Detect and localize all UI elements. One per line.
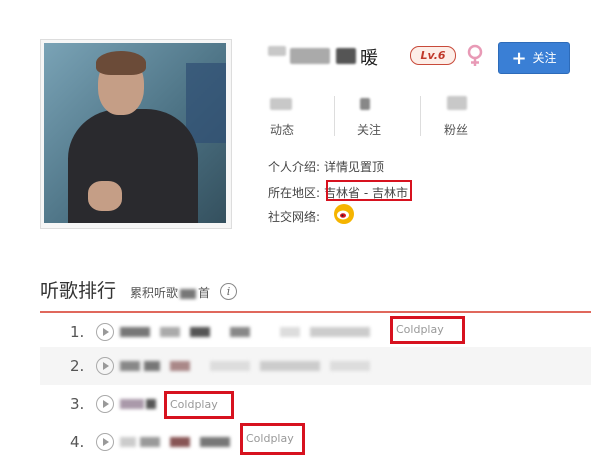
stat-label-fans[interactable]: 粉丝 [444,121,468,138]
avatar-person-hair [96,51,146,75]
rank-number: 4. [70,433,85,451]
song-row-3[interactable]: 3. Coldplay [40,385,591,423]
rank-number: 1. [70,323,85,341]
redacted-song-title [160,327,180,337]
play-icon[interactable] [96,357,114,375]
redacted-song-title [120,327,150,337]
redacted-song-title [144,361,160,371]
follow-button[interactable]: + 关注 [498,42,570,74]
info-icon[interactable]: i [220,283,237,300]
redacted-song-title [120,361,140,371]
plus-icon: + [511,48,527,69]
ranking-subtitle: 累积听歌 首 [130,284,210,301]
ranking-subtitle-prefix: 累积听歌 [130,286,179,300]
artist-highlight-box[interactable]: Coldplay [164,391,234,419]
ranking-title: 听歌排行 [40,280,117,302]
play-icon[interactable] [96,323,114,341]
redacted-stat-value [270,98,292,110]
redacted-song-title [310,327,370,337]
redacted-song-title [170,361,190,371]
artist-highlight-box[interactable]: Coldplay [390,316,465,344]
redacted-song-title [330,361,370,371]
redacted-song-title [146,399,156,409]
song-row-4[interactable]: 4. Coldplay [40,423,591,461]
artist-name: Coldplay [396,323,444,336]
avatar-person-body [68,109,198,223]
redacted-song-title [140,437,160,447]
redacted-song-title [170,437,190,447]
song-row-2[interactable]: 2. [40,347,591,385]
redacted-name-part [336,48,356,64]
redacted-song-title [230,327,250,337]
avatar[interactable] [44,43,226,223]
region-highlight-box [326,180,412,201]
redacted-song-title [120,437,136,447]
stat-label-following[interactable]: 关注 [357,121,381,138]
avatar-person-hand [88,181,122,211]
rank-number: 3. [70,395,85,413]
artist-name: Coldplay [246,432,294,445]
social-label: 社交网络: [268,210,321,224]
rank-number: 2. [70,357,85,375]
intro-label: 个人介绍: [268,160,321,174]
level-badge: Lv.6 [410,46,456,65]
artist-highlight-box[interactable]: Coldplay [240,423,305,455]
profile-name: 暖 [360,48,378,69]
redacted-stat-value [447,96,467,110]
stat-divider [420,96,421,136]
redacted-name-part [290,48,330,64]
redacted-song-title [190,327,210,337]
song-row-1[interactable]: 1. Coldplay [40,313,591,351]
play-icon[interactable] [96,395,114,413]
redacted-song-title [120,399,144,409]
play-icon[interactable] [96,433,114,451]
region-label: 所在地区: [268,186,321,200]
redacted-song-title [210,361,250,371]
redacted-song-count [180,288,197,299]
ranking-subtitle-suffix: 首 [198,286,211,300]
female-gender-icon [467,44,483,66]
follow-button-label: 关注 [532,51,557,65]
stat-divider [334,96,335,136]
social-row: 社交网络: [268,208,320,225]
redacted-name-part [268,46,286,56]
intro-row: 个人介绍: 详情见置顶 [268,158,384,175]
avatar-background-letters [186,63,226,143]
intro-value: 详情见置顶 [324,160,385,174]
redacted-stat-value [360,98,370,110]
redacted-song-title [280,327,300,337]
stat-label-activity[interactable]: 动态 [270,121,294,138]
artist-name: Coldplay [170,398,218,411]
weibo-icon[interactable] [333,203,355,225]
redacted-song-title [260,361,320,371]
redacted-song-title [200,437,230,447]
